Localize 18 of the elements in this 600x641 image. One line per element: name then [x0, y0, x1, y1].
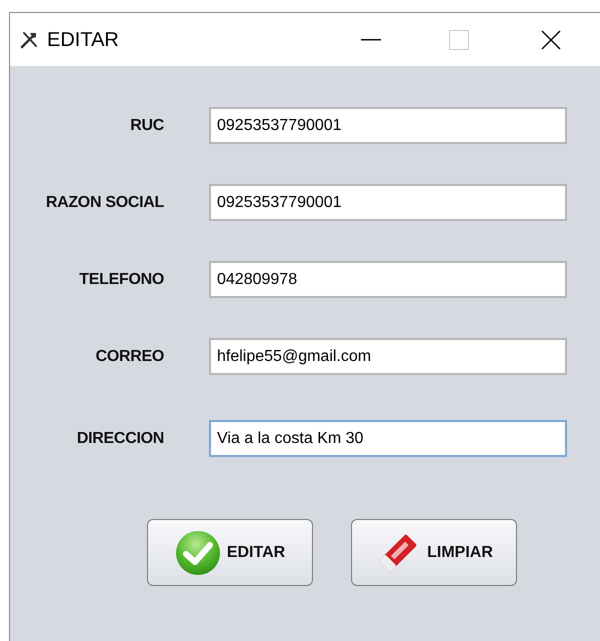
field-label: TELEFONO	[78, 270, 164, 290]
check-icon	[174, 530, 221, 576]
maximize-icon	[449, 30, 469, 50]
text-field[interactable]: 09253537790001	[209, 184, 567, 221]
text-field[interactable]: hfelipe55@gmail.com	[209, 338, 567, 375]
text-field[interactable]: 09253537790001	[209, 107, 567, 144]
close-icon	[541, 30, 561, 50]
tools-icon	[19, 30, 39, 50]
field-label: CORREO	[94, 346, 164, 366]
minimize-icon	[361, 38, 381, 40]
action-button[interactable]: LIMPIAR	[351, 519, 517, 586]
window-title: EDITAR	[47, 28, 119, 52]
field-label: DIRECCION	[76, 428, 164, 448]
text-field[interactable]: Via a la costa Km 30	[209, 420, 567, 457]
field-label: RAZON SOCIAL	[44, 192, 164, 212]
field-label: RUC	[129, 116, 164, 136]
action-button[interactable]: EDITAR	[147, 519, 313, 586]
text-field[interactable]: 042809978	[209, 261, 567, 298]
